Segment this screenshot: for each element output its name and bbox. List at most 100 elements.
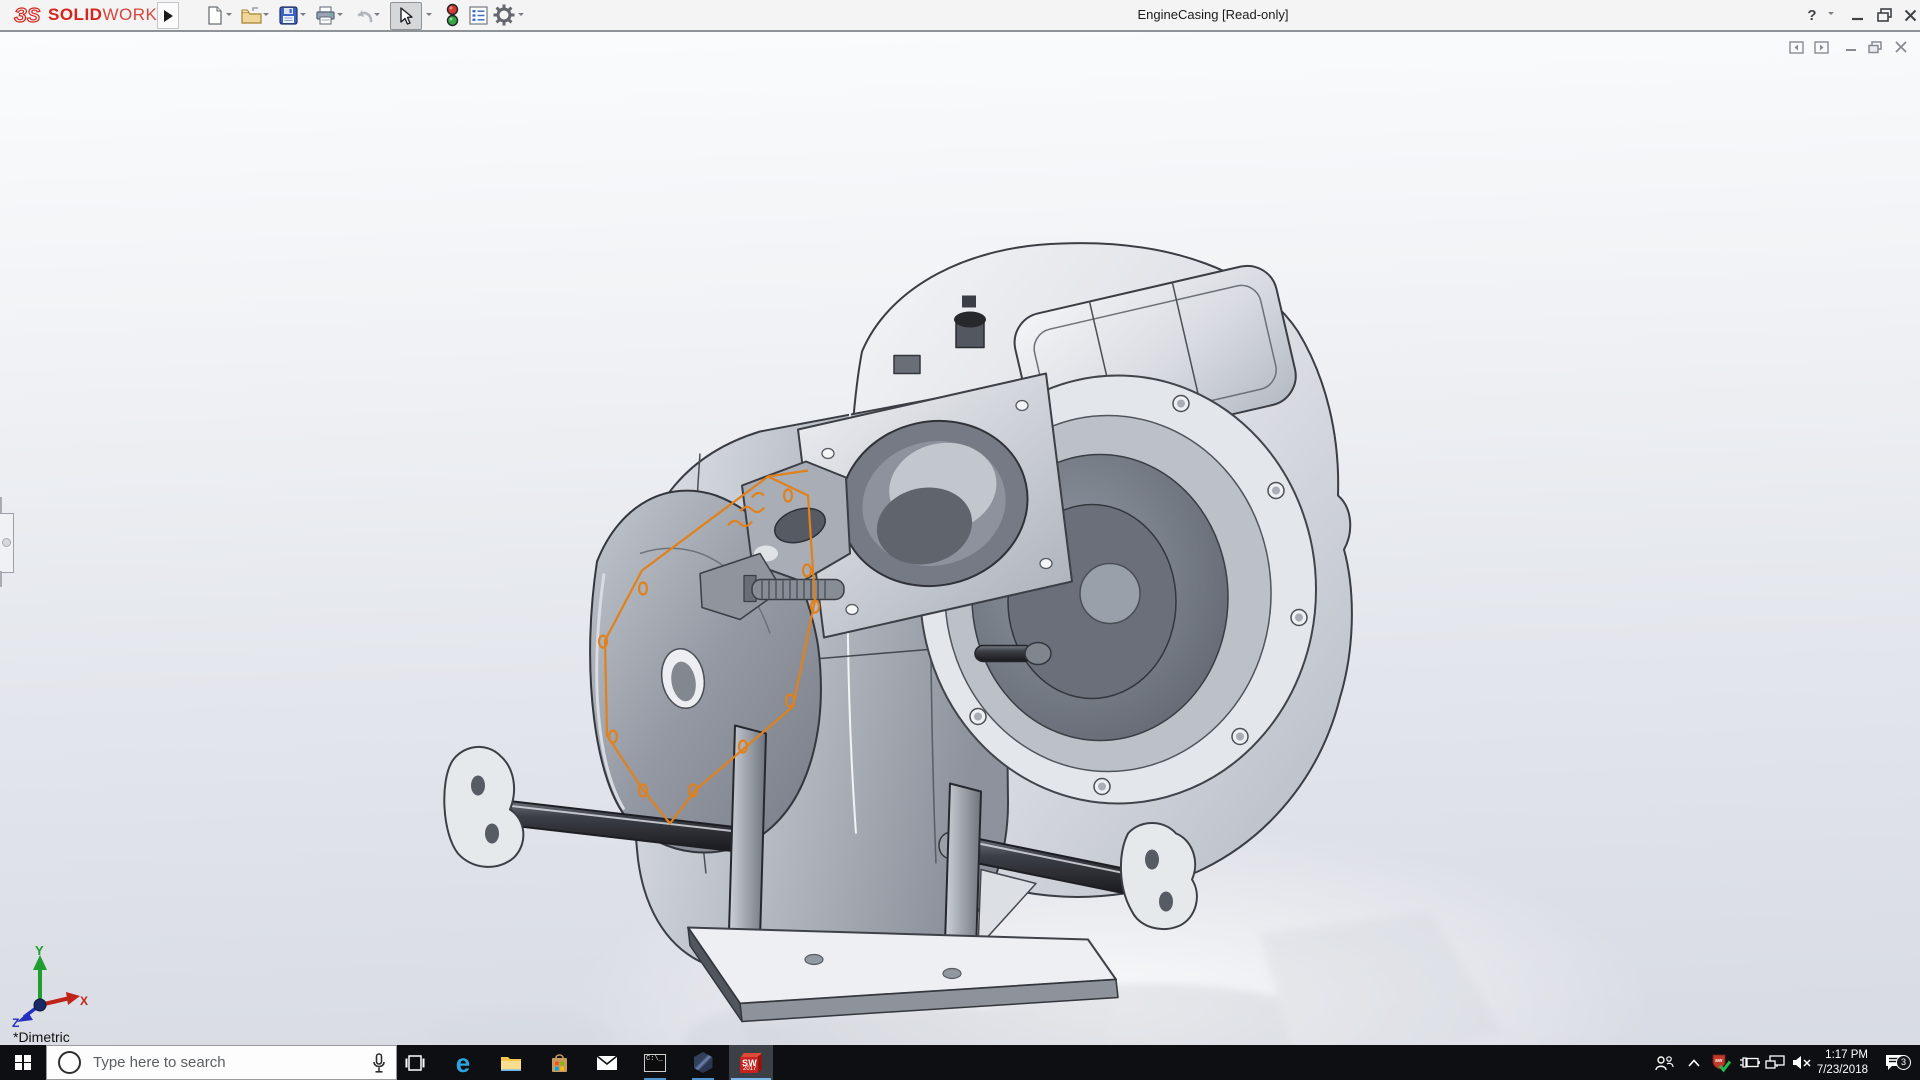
x-axis-label: X [80, 994, 88, 1008]
network-tray[interactable] [1762, 1045, 1788, 1080]
file-explorer-icon [500, 1054, 522, 1072]
new-document-button[interactable] [203, 3, 227, 27]
dassault-3s-logo-icon: ЗS [12, 2, 46, 28]
screen: ЗS SOLIDWORKS [0, 0, 1920, 1080]
command-prompt-icon: C:\_ [644, 1054, 666, 1072]
taskbar-app-solidworks[interactable]: SW 2017 [729, 1045, 773, 1080]
title-bar: ЗS SOLIDWORKS [0, 0, 1920, 32]
hexagon-app-icon [694, 1052, 713, 1073]
undo-arrow-icon [354, 7, 375, 24]
options-button[interactable] [492, 3, 516, 27]
svg-text:sw: sw [1715, 1058, 1723, 1064]
save-button[interactable] [276, 3, 300, 27]
windows-logo-icon [15, 1055, 31, 1071]
taskbar-search[interactable]: Type here to search [46, 1045, 397, 1080]
child-minimize-icon [1845, 41, 1857, 53]
action-center-button[interactable]: 3 [1878, 1045, 1912, 1080]
new-document-caret[interactable] [226, 13, 232, 19]
start-button[interactable] [0, 1045, 46, 1080]
store-icon [550, 1053, 569, 1073]
minimize-button[interactable] [1845, 4, 1869, 26]
solidworks-logo: ЗS SOLIDWORKS [12, 3, 169, 27]
edge-icon: e [456, 1050, 470, 1076]
solidworks-2017-icon: SW 2017 [740, 1053, 762, 1073]
date-label: 7/23/2018 [1817, 1063, 1868, 1078]
hidden-icons-button[interactable] [1682, 1045, 1706, 1080]
open-folder-icon [241, 7, 262, 24]
view-orientation-label: *Dimetric [13, 1029, 70, 1045]
child-minimize-button[interactable] [1840, 37, 1862, 57]
select-tool-caret[interactable] [426, 13, 432, 19]
splitter-dot-icon [2, 538, 11, 547]
panel-collapse-right-button[interactable] [1810, 37, 1832, 57]
engine-casing-geometry [444, 243, 1352, 1021]
undo-caret[interactable] [374, 13, 380, 19]
taskbar-app-command-prompt[interactable]: C:\_ [633, 1045, 677, 1080]
traffic-light-icon [446, 3, 459, 27]
save-caret[interactable] [300, 13, 306, 19]
splitter-line [0, 497, 2, 513]
taskbar-app-mail[interactable] [585, 1045, 629, 1080]
mail-icon [596, 1055, 618, 1071]
search-placeholder: Type here to search [93, 1054, 226, 1071]
print-button[interactable] [313, 3, 337, 27]
windows-taskbar: Type here to search e [0, 1045, 1920, 1080]
open-caret[interactable] [263, 13, 269, 19]
child-restore-icon [1868, 41, 1882, 54]
engine-casing-model[interactable] [0, 32, 1920, 1080]
gear-icon [493, 4, 515, 26]
battery-plug-icon [1739, 1056, 1760, 1069]
close-icon [1904, 9, 1917, 22]
solidworks-shield-icon: sw [1711, 1053, 1731, 1073]
time-label: 1:17 PM [1825, 1048, 1868, 1063]
taskbar-app-file-explorer[interactable] [489, 1045, 533, 1080]
taskbar-app-store[interactable] [537, 1045, 581, 1080]
menu-flyout-button[interactable] [157, 2, 179, 29]
child-restore-button[interactable] [1864, 37, 1886, 57]
panel-collapse-left-icon [1789, 41, 1804, 54]
graphics-viewport[interactable]: Y X Z *Dimetric [0, 32, 1920, 1045]
people-button[interactable] [1648, 1045, 1680, 1080]
svg-text:ЗS: ЗS [14, 5, 41, 27]
taskbar-app-hexagon[interactable] [681, 1045, 725, 1080]
undo-button[interactable] [352, 3, 376, 27]
z-axis-label: Z [12, 1016, 19, 1027]
brand-text: SOLIDWORKS [48, 5, 169, 25]
open-button[interactable] [239, 3, 263, 27]
file-properties-icon [469, 6, 488, 25]
restore-button[interactable] [1872, 4, 1896, 26]
save-floppy-icon [279, 6, 298, 25]
featuremanager-tab[interactable] [0, 513, 14, 573]
print-caret[interactable] [337, 13, 343, 19]
restore-icon [1877, 8, 1892, 22]
file-properties-button[interactable] [466, 3, 490, 27]
splitter-line [0, 571, 2, 587]
child-close-icon [1895, 41, 1907, 53]
select-tool-button[interactable] [390, 2, 422, 30]
options-caret[interactable] [518, 13, 524, 19]
chevron-up-icon [1688, 1059, 1700, 1067]
microphone-icon[interactable] [372, 1053, 386, 1074]
y-axis-label: Y [35, 943, 44, 958]
help-caret[interactable] [1828, 12, 1834, 18]
panel-collapse-right-icon [1814, 41, 1829, 54]
orientation-triad: Y X Z [8, 943, 92, 1027]
task-view-button[interactable] [393, 1045, 437, 1080]
close-button[interactable] [1898, 4, 1920, 26]
select-cursor-icon [399, 7, 413, 25]
notification-badge: 3 [1896, 1055, 1911, 1070]
help-button[interactable]: ? [1800, 4, 1824, 26]
clock[interactable]: 1:17 PM 7/23/2018 [1806, 1045, 1868, 1080]
new-document-icon [207, 6, 223, 25]
battery-tray[interactable] [1736, 1045, 1762, 1080]
document-title: EngineCasing [Read-only] [1137, 7, 1288, 22]
print-icon [315, 6, 336, 25]
solidworks-monitor-tray[interactable]: sw [1708, 1045, 1734, 1080]
task-view-icon [405, 1055, 425, 1071]
child-close-button[interactable] [1890, 37, 1912, 57]
people-icon [1654, 1055, 1674, 1071]
taskbar-app-edge[interactable]: e [441, 1045, 485, 1080]
minimize-icon [1851, 9, 1864, 22]
panel-collapse-left-button[interactable] [1785, 37, 1807, 57]
rebuild-traffic-light-button[interactable] [440, 3, 464, 27]
